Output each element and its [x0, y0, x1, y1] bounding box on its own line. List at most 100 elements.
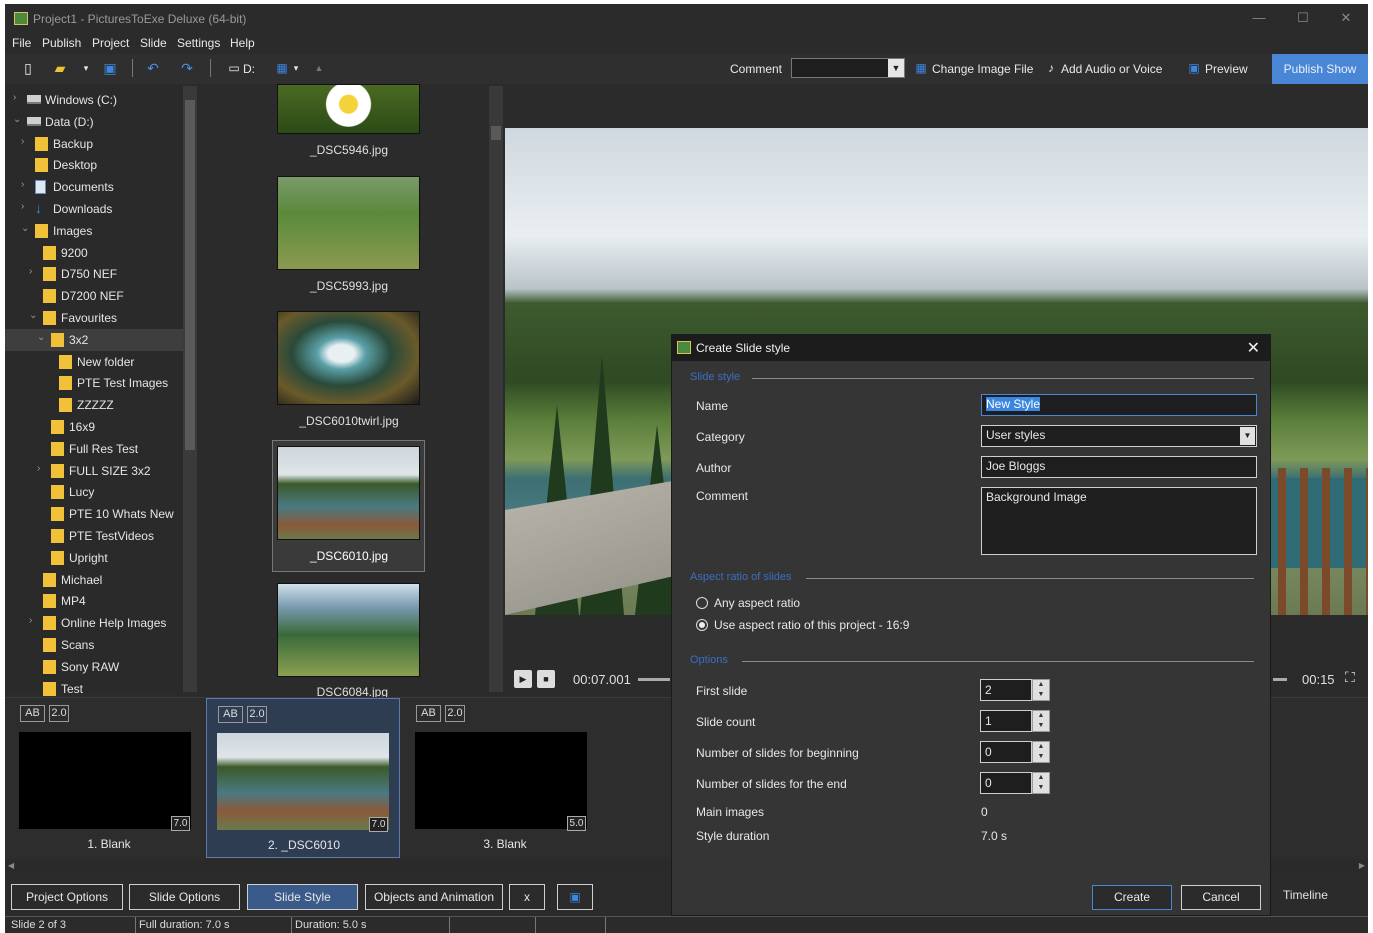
slide-count-stepper[interactable]: 1 ▲ ▼: [980, 710, 1052, 732]
stop-button[interactable]: ■: [537, 670, 555, 688]
chevron-down-icon[interactable]: ⌄: [29, 310, 37, 321]
transition-duration-badge[interactable]: 2.0: [49, 705, 69, 722]
preview-button[interactable]: Preview: [1205, 62, 1248, 76]
tree-item[interactable]: › Online Help Images: [5, 612, 183, 634]
thumbnail-image[interactable]: [277, 176, 420, 270]
scroll-right-icon[interactable]: ▶: [1359, 861, 1365, 870]
menu-publish[interactable]: Publish: [42, 36, 81, 50]
drive-icon[interactable]: ▭: [225, 59, 243, 77]
increment-icon[interactable]: ▲: [1033, 773, 1049, 783]
redo-icon[interactable]: ↷: [178, 59, 196, 77]
menu-settings[interactable]: Settings: [177, 36, 220, 50]
transition-duration-badge[interactable]: 2.0: [247, 706, 267, 723]
tree-item[interactable]: › FULL SIZE 3x2: [5, 460, 183, 482]
first-slide-stepper[interactable]: 2 ▲ ▼: [980, 679, 1052, 701]
increment-icon[interactable]: ▲: [1033, 680, 1049, 690]
slideshow-icon[interactable]: ▣: [557, 884, 593, 910]
tree-scrollbar[interactable]: [183, 86, 197, 692]
tree-item[interactable]: Lucy: [5, 481, 183, 503]
close-icon[interactable]: ✕: [1336, 10, 1356, 26]
comment-select[interactable]: ▼: [791, 58, 905, 78]
tree-item[interactable]: MP4: [5, 590, 183, 612]
tree-item[interactable]: › Backup: [5, 133, 183, 155]
chevron-right-icon[interactable]: ›: [21, 201, 24, 212]
tree-item[interactable]: › D750 NEF: [5, 263, 183, 285]
menu-file[interactable]: File: [12, 36, 31, 50]
maximize-icon[interactable]: ☐: [1293, 10, 1313, 26]
chevron-right-icon[interactable]: ›: [29, 266, 32, 277]
tree-item[interactable]: ⌄ Images: [5, 220, 183, 242]
view-dropdown-icon[interactable]: ▾: [287, 59, 305, 77]
scroll-left-icon[interactable]: ◀: [8, 861, 14, 870]
undo-icon[interactable]: ↶: [144, 59, 162, 77]
tree-item[interactable]: New folder: [5, 351, 183, 373]
minimize-icon[interactable]: —: [1249, 10, 1269, 25]
thumbnail-image[interactable]: [277, 583, 420, 677]
tree-item[interactable]: Desktop: [5, 154, 183, 176]
tree-item[interactable]: ⌄ Favourites: [5, 307, 183, 329]
chevron-right-icon[interactable]: ›: [13, 92, 16, 103]
slide-item[interactable]: AB 2.0 7.0 1. Blank: [12, 698, 206, 858]
seek-bar-end[interactable]: [1273, 678, 1287, 681]
menu-help[interactable]: Help: [230, 36, 255, 50]
chevron-right-icon[interactable]: ›: [21, 136, 24, 147]
tree-item[interactable]: PTE 10 Whats New: [5, 503, 183, 525]
transition-ab-badge[interactable]: AB: [416, 705, 441, 722]
project-options-button[interactable]: Project Options: [11, 884, 123, 910]
tree-item[interactable]: Full Res Test: [5, 438, 183, 460]
tree-item[interactable]: › ↓ Downloads: [5, 198, 183, 220]
tree-item[interactable]: D7200 NEF: [5, 285, 183, 307]
create-button[interactable]: Create: [1092, 885, 1172, 910]
remove-button[interactable]: x: [509, 884, 545, 910]
thumbnail-scroll-thumb[interactable]: [491, 126, 501, 140]
thumbnail-scrollbar[interactable]: [489, 86, 503, 692]
objects-animation-button[interactable]: Objects and Animation: [365, 884, 503, 910]
first-slide-value[interactable]: 2: [980, 679, 1032, 701]
chevron-right-icon[interactable]: ›: [21, 179, 24, 190]
transition-duration-badge[interactable]: 2.0: [445, 705, 465, 722]
menu-project[interactable]: Project: [92, 36, 129, 50]
tree-item[interactable]: PTE Test Images: [5, 372, 183, 394]
tree-item[interactable]: PTE TestVideos: [5, 525, 183, 547]
radio-project-aspect[interactable]: [696, 619, 708, 631]
tree-item[interactable]: › Windows (C:): [5, 89, 183, 111]
chevron-down-icon[interactable]: ⌄: [13, 114, 21, 125]
add-audio-button[interactable]: Add Audio or Voice: [1061, 62, 1162, 76]
decrement-icon[interactable]: ▼: [1033, 690, 1049, 700]
chevron-down-icon[interactable]: ▼: [888, 59, 904, 77]
decrement-icon[interactable]: ▼: [1033, 783, 1049, 793]
change-image-button[interactable]: Change Image File: [932, 62, 1033, 76]
tree-item[interactable]: 9200: [5, 242, 183, 264]
thumbnail-image[interactable]: [277, 84, 420, 134]
tree-item[interactable]: Sony RAW: [5, 656, 183, 678]
begin-slides-value[interactable]: 0: [980, 741, 1032, 763]
begin-slides-stepper[interactable]: 0 ▲ ▼: [980, 741, 1052, 763]
close-icon[interactable]: ✕: [1247, 338, 1260, 358]
radio-any-aspect[interactable]: [696, 597, 708, 609]
save-icon[interactable]: ▣: [101, 59, 119, 77]
tree-item[interactable]: Scans: [5, 634, 183, 656]
open-dropdown-icon[interactable]: ▾: [77, 59, 95, 77]
slide-item[interactable]: AB 2.0 7.0 2. _DSC6010: [206, 698, 400, 858]
chevron-right-icon[interactable]: ›: [37, 463, 40, 474]
slide-options-button[interactable]: Slide Options: [129, 884, 240, 910]
cancel-button[interactable]: Cancel: [1181, 885, 1261, 910]
slide-item[interactable]: AB 2.0 5.0 3. Blank: [408, 698, 602, 858]
radio-any-aspect-label[interactable]: Any aspect ratio: [714, 596, 800, 610]
chevron-right-icon[interactable]: ›: [29, 615, 32, 626]
open-folder-icon[interactable]: ▰: [51, 59, 69, 77]
decrement-icon[interactable]: ▼: [1033, 721, 1049, 731]
thumbnail-image[interactable]: [277, 446, 420, 540]
increment-icon[interactable]: ▲: [1033, 711, 1049, 721]
tree-scroll-thumb[interactable]: [185, 100, 195, 450]
new-file-icon[interactable]: ▯: [19, 59, 37, 77]
menu-slide[interactable]: Slide: [140, 36, 167, 50]
comment-textarea[interactable]: Background Image: [981, 487, 1257, 555]
category-select[interactable]: User styles ▼: [981, 425, 1257, 447]
play-button[interactable]: ▶: [514, 670, 532, 688]
tree-item[interactable]: › Documents: [5, 176, 183, 198]
slide-style-button[interactable]: Slide Style: [247, 884, 358, 910]
chevron-down-icon[interactable]: ⌄: [21, 223, 29, 234]
publish-show-button[interactable]: Publish Show: [1272, 54, 1368, 84]
timeline-button[interactable]: Timeline: [1283, 888, 1328, 902]
